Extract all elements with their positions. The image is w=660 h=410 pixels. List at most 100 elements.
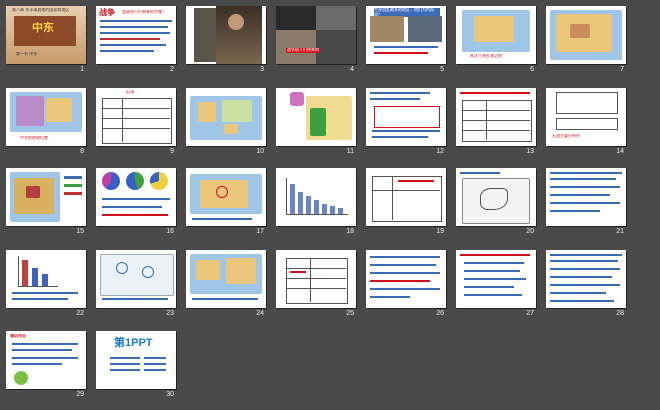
slide-11-canvas <box>276 88 356 146</box>
slide-21-canvas <box>546 168 626 226</box>
slide-4-text: 战争给人们带来的 <box>286 48 320 53</box>
slide-number: 10 <box>256 148 264 155</box>
slide-1-caption: 第一节 中东 <box>16 52 38 56</box>
slide-2-canvas: 战争 是谁给人们带来的灾难？ <box>96 6 176 64</box>
slide-20-canvas <box>456 168 536 226</box>
slide-thumbnail-25[interactable]: 25 <box>276 250 356 317</box>
slide-27-canvas <box>456 250 536 308</box>
slide-number: 19 <box>436 228 444 235</box>
slide-thumbnail-7[interactable]: 7 <box>546 6 626 73</box>
slide-number: 28 <box>616 310 624 317</box>
slide-thumbnail-3[interactable]: 3 <box>186 6 266 73</box>
slide-number: 14 <box>616 148 624 155</box>
slide-thumbnail-9[interactable]: 石油 9 <box>96 88 176 155</box>
slide-number: 18 <box>346 228 354 235</box>
slide-29-frog-image <box>14 371 28 385</box>
slide-thumbnail-6[interactable]: 两洋三洲五海之地 6 <box>456 6 536 73</box>
slide-9-text: 石油 <box>126 90 134 94</box>
slide-7-canvas <box>546 6 626 64</box>
slide-29-text: 课后作业 <box>10 334 26 338</box>
slide-3-canvas <box>186 6 266 64</box>
slide-6-canvas: 两洋三洲五海之地 <box>456 6 536 64</box>
slide-8-canvas: 中东的地理位置 <box>6 88 86 146</box>
slide-thumbnail-10[interactable]: 10 <box>186 88 266 155</box>
slide-number: 2 <box>170 66 174 73</box>
slide-thumbnail-12[interactable]: 12 <box>366 88 446 155</box>
slide-19-canvas <box>366 168 446 226</box>
slide-18-canvas <box>276 168 356 226</box>
slide-30-logo: 第1PPT <box>114 337 153 349</box>
slide-number: 20 <box>526 228 534 235</box>
slide-thumbnail-15[interactable]: 15 <box>6 168 86 235</box>
slide-13-canvas <box>456 88 536 146</box>
slide-number: 30 <box>166 391 174 398</box>
slide-thumbnail-11[interactable]: 11 <box>276 88 356 155</box>
slide-number: 12 <box>436 148 444 155</box>
slide-22-canvas <box>6 250 86 308</box>
slide-thumbnail-23[interactable]: 23 <box>96 250 176 317</box>
slide-thumbnail-17[interactable]: 17 <box>186 168 266 235</box>
slide-thumbnail-16[interactable]: 16 <box>96 168 176 235</box>
slide-23-canvas <box>96 250 176 308</box>
slide-26-canvas <box>366 250 446 308</box>
slide-number: 21 <box>616 228 624 235</box>
slide-15-canvas <box>6 168 86 226</box>
slide-30-canvas: 第1PPT <box>96 331 176 389</box>
slide-thumbnail-22[interactable]: 22 <box>6 250 86 317</box>
slide-number: 4 <box>350 66 354 73</box>
slide-thumbnail-18[interactable]: 18 <box>276 168 356 235</box>
slide-thumbnail-28[interactable]: 28 <box>546 250 626 317</box>
slide-8-text: 中东的地理位置 <box>20 136 48 140</box>
slide-number: 23 <box>166 310 174 317</box>
slide-14-canvas: 石油主要分布在 <box>546 88 626 146</box>
slide-2-text: 是谁给人们带来的灾难？ <box>122 10 166 14</box>
slide-number: 22 <box>76 310 84 317</box>
slide-number: 3 <box>260 66 264 73</box>
slide-25-canvas <box>276 250 356 308</box>
slide-number: 29 <box>76 391 84 398</box>
slide-thumbnail-13[interactable]: 13 <box>456 88 536 155</box>
slide-9-canvas: 石油 <box>96 88 176 146</box>
slide-1-canvas: 第八章 东半球其他的国家和地区 中东 第一节 中东 <box>6 6 86 64</box>
slide-14-text: 石油主要分布在 <box>552 134 580 138</box>
slide-thumbnail-29[interactable]: 课后作业 29 <box>6 331 86 398</box>
slide-number: 16 <box>166 228 174 235</box>
slide-thumbnail-8[interactable]: 中东的地理位置 8 <box>6 88 86 155</box>
slide-4-canvas: 战争给人们带来的 <box>276 6 356 64</box>
slide-number: 8 <box>80 148 84 155</box>
slide-thumbnail-4[interactable]: 战争给人们带来的 4 <box>276 6 356 73</box>
slide-thumbnail-19[interactable]: 19 <box>366 168 446 235</box>
slide-number: 26 <box>436 310 444 317</box>
slide-2-title: 战争 <box>99 8 115 17</box>
slide-6-text: 两洋三洲五海之地 <box>470 54 502 58</box>
slide-1-subtitle: 第八章 东半球其他的国家和地区 <box>12 8 70 12</box>
slide-28-canvas <box>546 250 626 308</box>
slide-number: 7 <box>620 66 624 73</box>
slide-12-canvas <box>366 88 446 146</box>
slide-number: 15 <box>76 228 84 235</box>
slide-5-canvas: 世界战乱最多的地区，他们为何而战？ <box>366 6 446 64</box>
slide-thumbnail-1[interactable]: 第八章 东半球其他的国家和地区 中东 第一节 中东 1 <box>6 6 86 73</box>
slide-thumbnail-20[interactable]: 20 <box>456 168 536 235</box>
slide-16-canvas <box>96 168 176 226</box>
slide-number: 1 <box>80 66 84 73</box>
slide-10-canvas <box>186 88 266 146</box>
slide-thumbnail-14[interactable]: 石油主要分布在 14 <box>546 88 626 155</box>
slide-thumbnail-5[interactable]: 世界战乱最多的地区，他们为何而战？ 5 <box>366 6 446 73</box>
slide-thumbnail-30[interactable]: 第1PPT 30 <box>96 331 176 398</box>
slide-thumbnail-27[interactable]: 27 <box>456 250 536 317</box>
slide-thumbnail-26[interactable]: 26 <box>366 250 446 317</box>
slide-thumbnail-24[interactable]: 24 <box>186 250 266 317</box>
slide-number: 27 <box>526 310 534 317</box>
slide-number: 25 <box>346 310 354 317</box>
slide-number: 5 <box>440 66 444 73</box>
slide-thumbnail-2[interactable]: 战争 是谁给人们带来的灾难？ 2 <box>96 6 176 73</box>
slide-24-canvas <box>186 250 266 308</box>
slide-sorter-grid: 第八章 东半球其他的国家和地区 中东 第一节 中东 1 战争 是谁给人们带来的灾… <box>0 0 660 410</box>
slide-29-canvas: 课后作业 <box>6 331 86 389</box>
slide-17-canvas <box>186 168 266 226</box>
slide-number: 24 <box>256 310 264 317</box>
slide-number: 17 <box>256 228 264 235</box>
slide-thumbnail-21[interactable]: 21 <box>546 168 626 235</box>
slide-number: 9 <box>170 148 174 155</box>
